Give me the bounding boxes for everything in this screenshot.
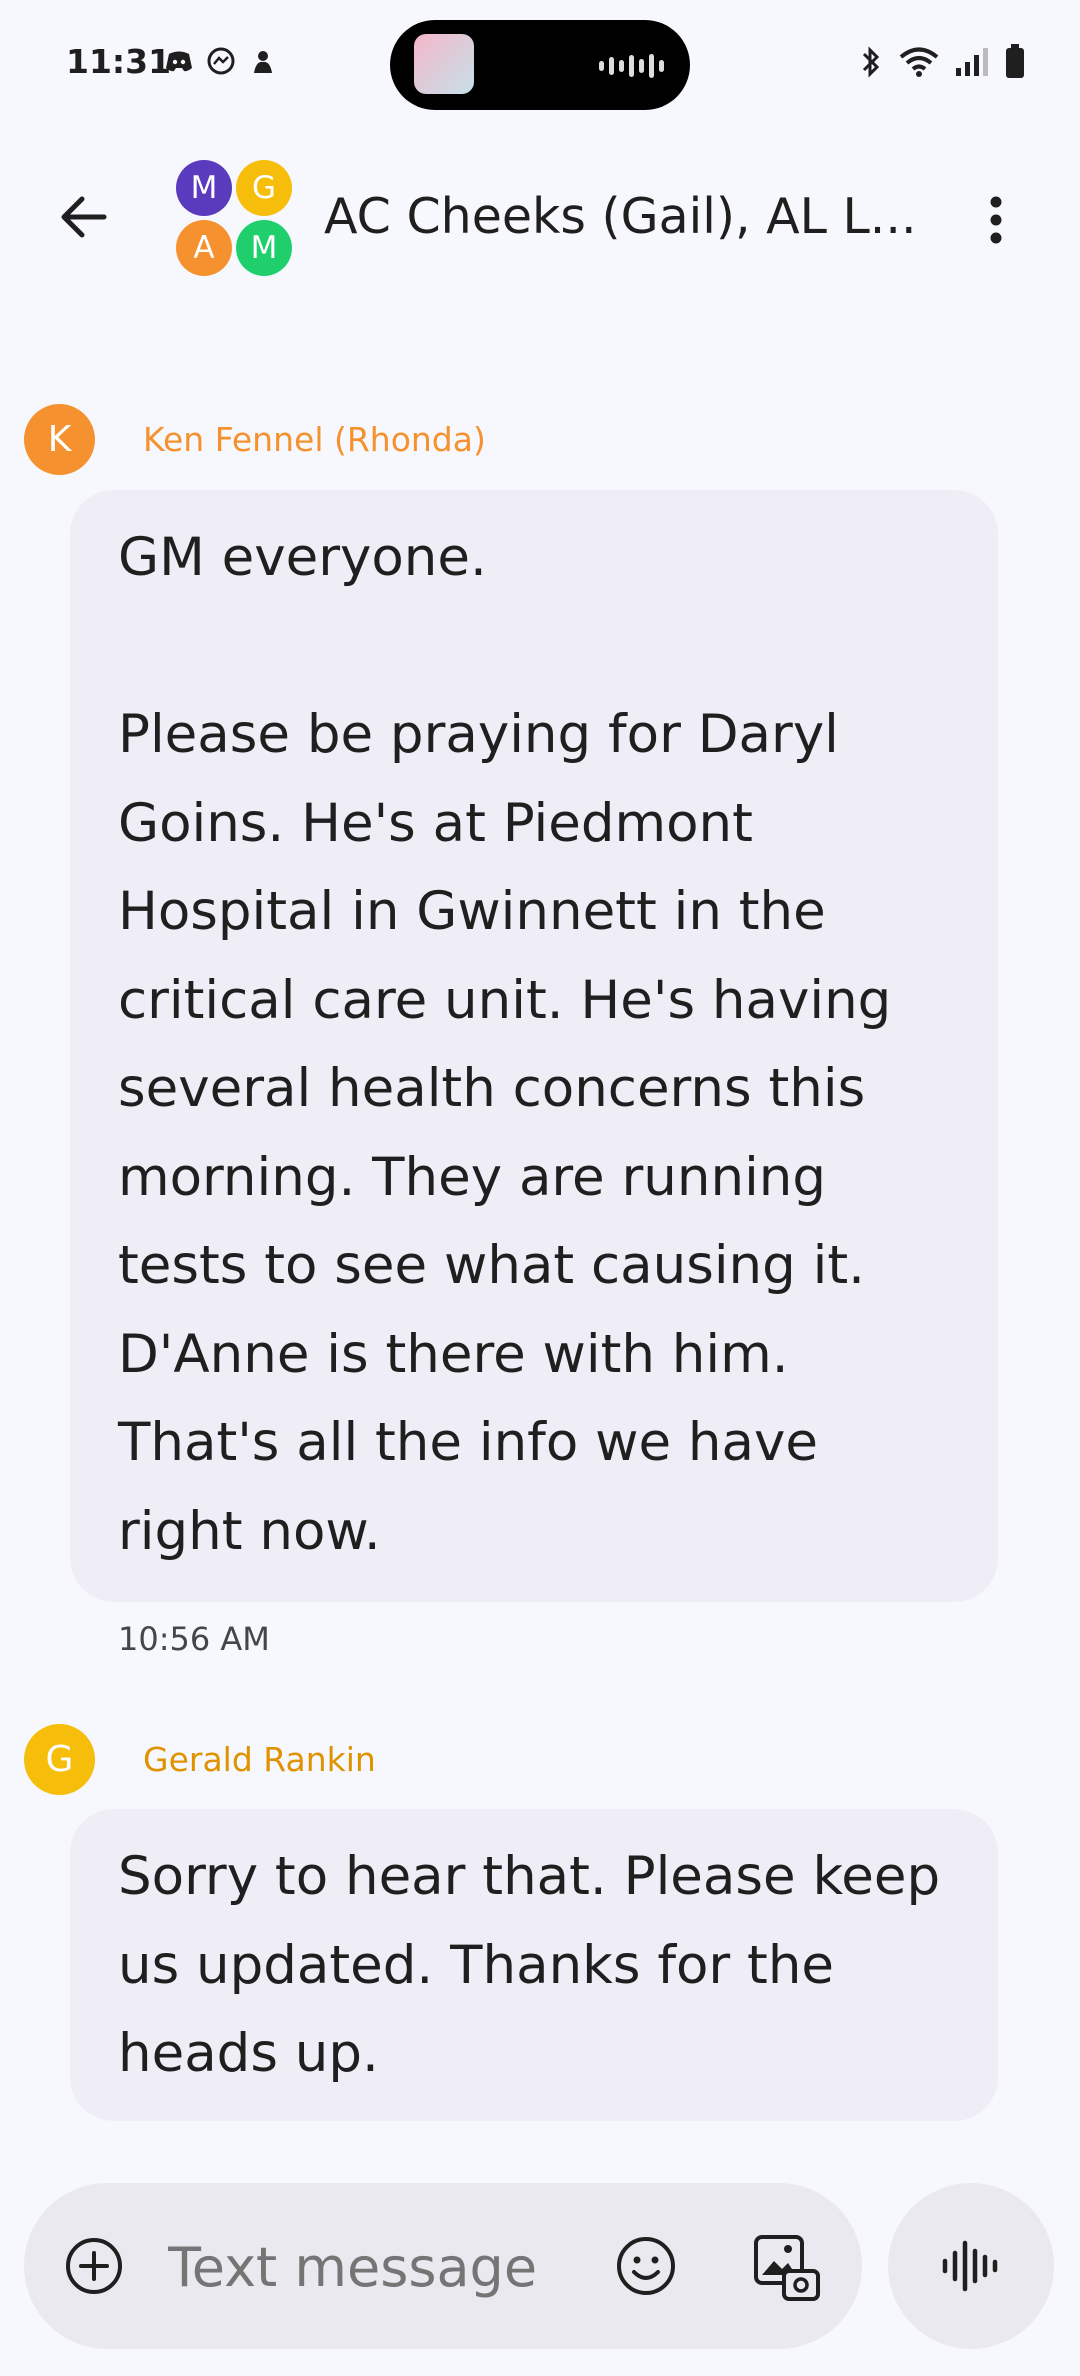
emoji-icon[interactable] [614, 2234, 678, 2298]
message-input[interactable] [168, 2231, 628, 2303]
message-bubble[interactable]: Sorry to hear that. Please keep us updat… [70, 1809, 998, 2121]
battery-icon [1006, 44, 1024, 78]
group-avatar-member: A [176, 220, 232, 276]
group-avatar-member: M [176, 160, 232, 216]
notification-icons [164, 46, 278, 76]
more-vert-icon[interactable] [966, 190, 1026, 250]
discord-icon [164, 46, 194, 76]
message-bubble[interactable]: GM everyone. Please be praying for Daryl… [70, 490, 998, 1602]
conversation-header: M G A M AC Cheeks (Gail), AL L... [0, 150, 1080, 280]
avatar[interactable]: G [24, 1724, 95, 1795]
sender-name: Ken Fennel (Rhonda) [143, 420, 486, 459]
signal-icon [956, 48, 988, 76]
audio-waveform-icon [599, 54, 664, 78]
messenger-icon [206, 46, 236, 76]
status-bar: 11:31 [0, 0, 1080, 130]
message-timestamp: 10:56 AM [118, 1620, 270, 1658]
notification-icon [248, 46, 278, 76]
status-time: 11:31 [66, 42, 172, 81]
dynamic-island[interactable] [390, 20, 690, 110]
conversation-title[interactable]: AC Cheeks (Gail), AL L... [324, 188, 917, 245]
message-sender: G Gerald Rankin [24, 1724, 376, 1795]
system-icons [858, 44, 1026, 80]
sender-name: Gerald Rankin [143, 1740, 376, 1779]
group-avatar-member: G [236, 160, 292, 216]
add-circle-icon[interactable] [64, 2236, 124, 2296]
gallery-icon[interactable] [750, 2231, 822, 2303]
message-sender: K Ken Fennel (Rhonda) [24, 404, 486, 475]
bluetooth-icon [862, 46, 880, 78]
wifi-icon [899, 47, 939, 77]
group-avatar-member: M [236, 220, 292, 276]
arrow-back-icon[interactable] [52, 185, 116, 249]
voice-waveform-icon [942, 2240, 998, 2292]
group-avatar[interactable]: M G A M [176, 160, 292, 276]
voice-message-button[interactable] [888, 2183, 1054, 2349]
compose-bar [24, 2183, 862, 2349]
avatar[interactable]: K [24, 404, 95, 475]
media-thumbnail [414, 34, 474, 94]
